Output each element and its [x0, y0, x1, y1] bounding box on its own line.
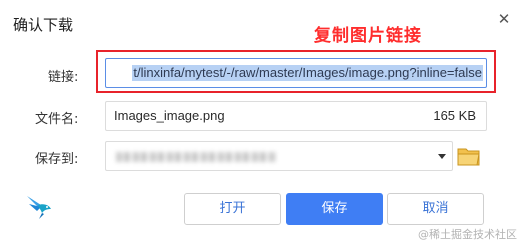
- filename-label: 文件名:: [35, 112, 79, 127]
- watermark-text: @稀土掘金技术社区: [418, 228, 517, 241]
- open-button[interactable]: 打开: [184, 193, 281, 225]
- cancel-button[interactable]: 取消: [387, 193, 484, 225]
- save-path-select[interactable]: [105, 141, 453, 171]
- link-input-value: t/linxinfa/mytest/-/raw/master/Images/im…: [132, 65, 483, 81]
- close-icon: ✕: [497, 10, 511, 28]
- saveto-label: 保存到:: [35, 152, 79, 167]
- download-dialog: 确认下载 ✕ 复制图片链接 链接: t/linxinfa/mytest/-/ra…: [0, 0, 523, 244]
- save-button[interactable]: 保存: [286, 193, 383, 225]
- browse-folder-button[interactable]: [456, 143, 482, 169]
- chevron-down-icon[interactable]: [438, 154, 446, 159]
- filesize-value: 165 KB: [433, 108, 476, 123]
- close-button[interactable]: ✕: [493, 8, 515, 30]
- filename-input[interactable]: Images_image.png 165 KB: [105, 101, 487, 131]
- link-label: 链接:: [48, 70, 79, 85]
- bird-logo-icon: [24, 193, 54, 221]
- link-input[interactable]: t/linxinfa/mytest/-/raw/master/Images/im…: [105, 58, 487, 88]
- save-path-value-blurred: [116, 152, 276, 162]
- annotation-text: 复制图片链接: [314, 26, 422, 46]
- folder-icon: [457, 148, 480, 166]
- filename-value: Images_image.png: [114, 108, 225, 123]
- dialog-title: 确认下载: [13, 16, 74, 34]
